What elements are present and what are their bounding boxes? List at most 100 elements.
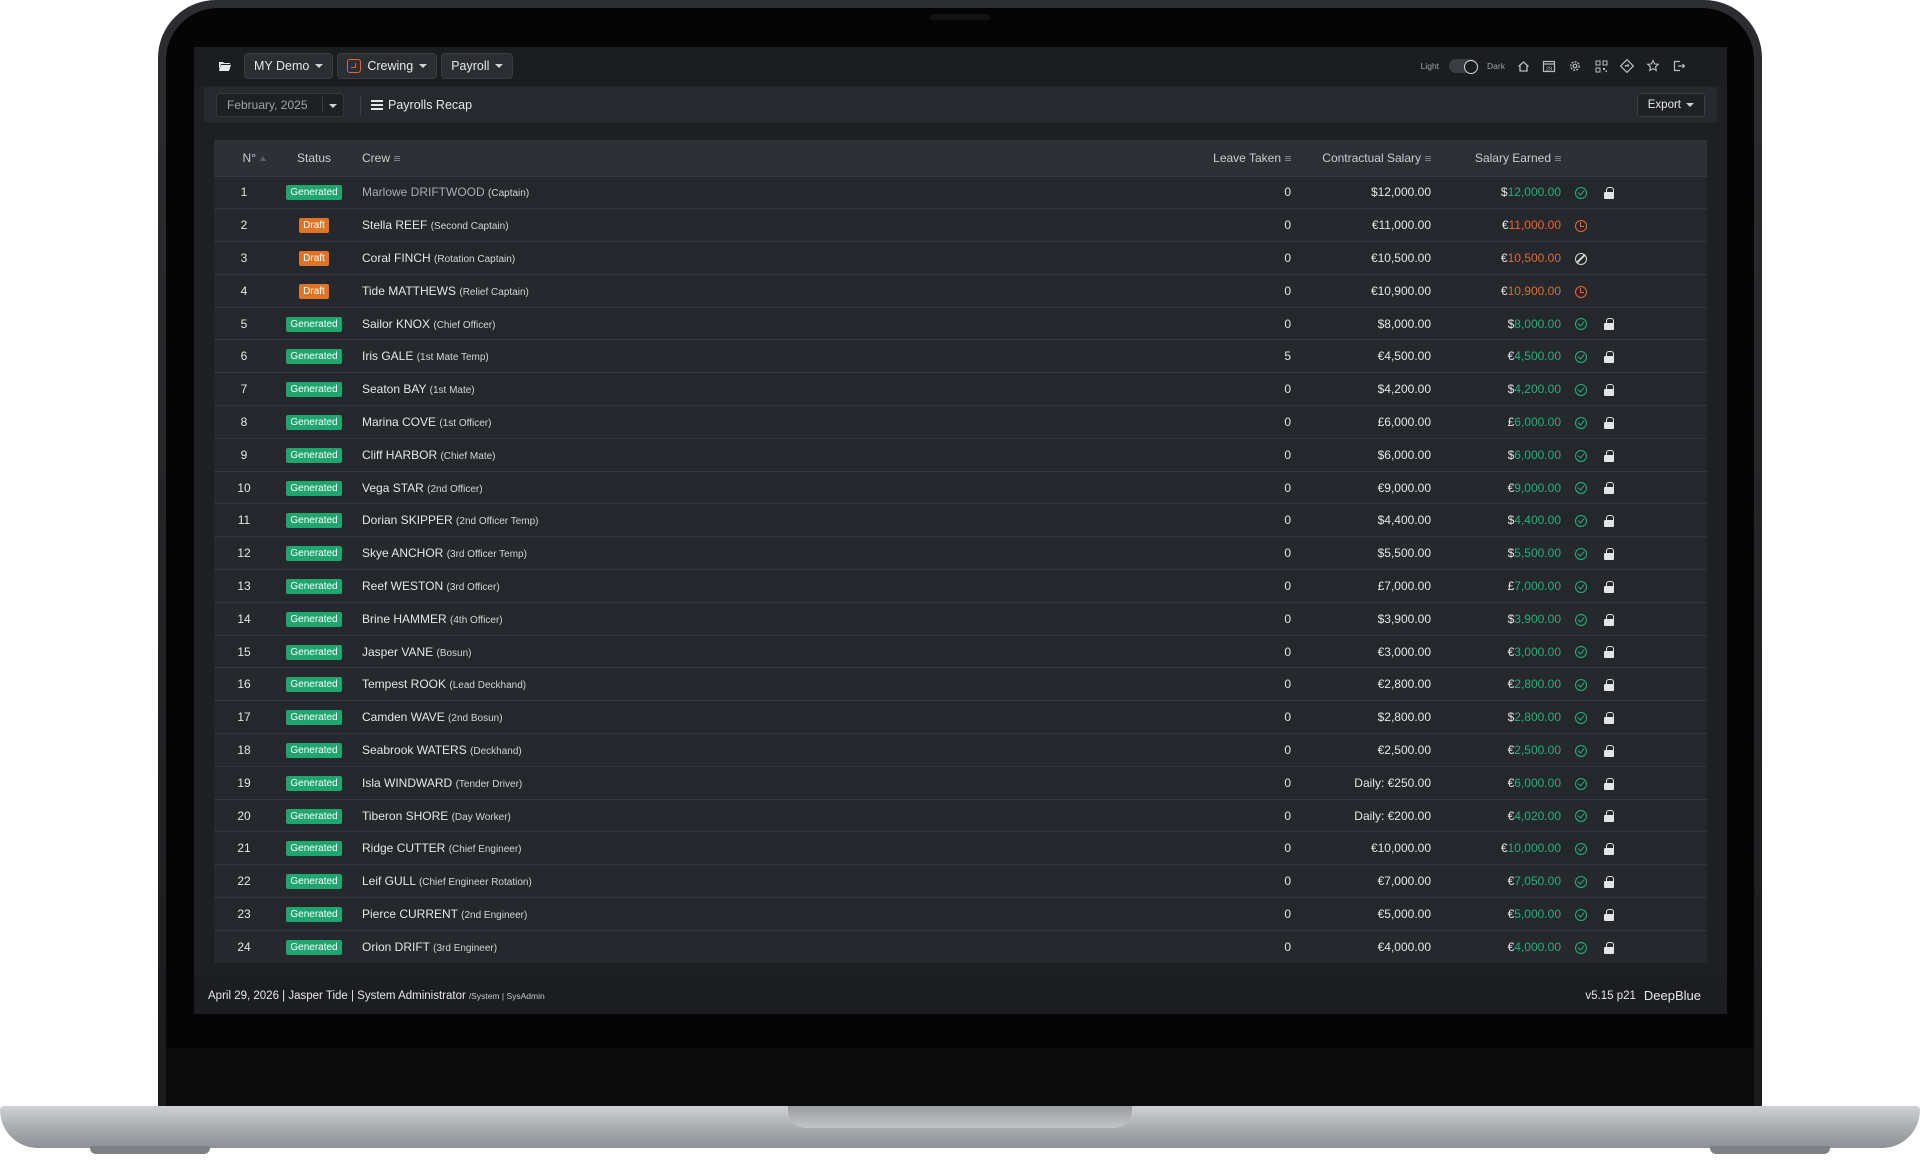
table-row[interactable]: 8 Generated Marina COVE (1st Officer) 0 £6,0…	[214, 405, 1707, 439]
export-button[interactable]: Export	[1636, 93, 1705, 117]
row-crew[interactable]: Isla WINDWARD (Tender Driver)	[354, 766, 1114, 799]
table-row[interactable]: 6 Generated Iris GALE (1st Mate Temp) 5 €4,5…	[214, 339, 1707, 373]
table-row[interactable]: 18 Generated Seabrook WATERS (Deckhand) 0 €2…	[214, 733, 1707, 767]
table-row[interactable]: 2 Draft Stella REEF (Second Captain) 0 €11,0…	[214, 208, 1707, 242]
lock-icon[interactable]	[1604, 941, 1614, 954]
row-crew[interactable]: Seaton BAY (1st Mate)	[354, 373, 1114, 406]
table-row[interactable]: 15 Generated Jasper VANE (Bosun) 0 €3,000.00…	[214, 635, 1707, 668]
month-select[interactable]: February, 2025	[216, 93, 344, 117]
row-crew[interactable]: Dorian SKIPPER (2nd Officer Temp)	[354, 504, 1114, 537]
lock-icon[interactable]	[1604, 875, 1614, 888]
sidebar-toggle-button[interactable]	[214, 55, 236, 77]
table-row[interactable]: 10 Generated Vega STAR (2nd Officer) 0 €9,00…	[214, 471, 1707, 504]
crew-name: Jasper VANE	[362, 644, 434, 659]
star-icon[interactable]	[1645, 58, 1661, 74]
row-crew[interactable]: Stella REEF (Second Captain)	[354, 209, 1114, 242]
lock-icon[interactable]	[1604, 843, 1614, 856]
logout-icon[interactable]	[1671, 58, 1687, 74]
row-salary-earned: €11,000.00	[1439, 209, 1569, 242]
check-circle-icon	[1575, 547, 1587, 560]
column-header-leave[interactable]: Leave Taken	[1114, 140, 1299, 176]
table-row[interactable]: 17 Generated Camden WAVE (2nd Bosun) 0 $2,80…	[214, 700, 1707, 734]
lock-icon[interactable]	[1604, 187, 1614, 200]
table-row[interactable]: 19 Generated Isla WINDWARD (Tender Driver)…	[214, 766, 1707, 800]
table-row[interactable]: 3 Draft Coral FINCH (Rotation Captain) 0 €10…	[214, 241, 1707, 275]
table-row[interactable]: 1 Generated Marlowe DRIFTWOOD (Captain) 0 $1…	[214, 176, 1707, 209]
row-crew[interactable]: Jasper VANE (Bosun)	[354, 635, 1114, 668]
status-badge: Draft	[299, 250, 329, 266]
table-row[interactable]: 21 Generated Ridge CUTTER (Chief Engineer)…	[214, 831, 1707, 865]
row-crew[interactable]: Tide MATTHEWS (Relief Captain)	[354, 274, 1114, 307]
table-row[interactable]: 14 Generated Brine HAMMER (4th Officer) 0 $3…	[214, 602, 1707, 636]
column-header-salary-earned[interactable]: Salary Earned	[1439, 140, 1569, 176]
lock-icon[interactable]	[1604, 416, 1614, 429]
lock-icon[interactable]	[1604, 580, 1614, 593]
lock-icon[interactable]	[1604, 777, 1614, 790]
table-row[interactable]: 5 Generated Sailor KNOX (Chief Officer) 0 $8…	[214, 307, 1707, 340]
row-crew[interactable]: Tempest ROOK (Lead Deckhand)	[354, 668, 1114, 701]
table-row[interactable]: 16 Generated Tempest ROOK (Lead Deckhand) 0…	[214, 667, 1707, 701]
status-badge: Generated	[286, 447, 342, 463]
lock-icon[interactable]	[1604, 646, 1614, 659]
lock-icon[interactable]	[1604, 449, 1614, 462]
status-badge: Generated	[286, 644, 342, 660]
lock-icon[interactable]	[1604, 908, 1614, 921]
table-row[interactable]: 20 Generated Tiberon SHORE (Day Worker) 0 Da…	[214, 799, 1707, 832]
table-row[interactable]: 13 Generated Reef WESTON (3rd Officer) 0 £7,…	[214, 569, 1707, 603]
lock-icon[interactable]	[1604, 482, 1614, 495]
row-number: 16	[237, 677, 251, 692]
row-crew[interactable]: Marlowe DRIFTWOOD (Captain)	[354, 176, 1114, 209]
check-circle-icon	[1575, 416, 1587, 429]
row-crew[interactable]: Iris GALE (1st Mate Temp)	[354, 340, 1114, 373]
row-crew[interactable]: Ridge CUTTER (Chief Engineer)	[354, 832, 1114, 865]
row-crew[interactable]: Leif GULL (Chief Engineer Rotation)	[354, 865, 1114, 898]
table-row[interactable]: 22 Generated Leif GULL (Chief Engineer Rot…	[214, 864, 1707, 898]
lock-icon[interactable]	[1604, 384, 1614, 396]
row-crew[interactable]: Coral FINCH (Rotation Captain)	[354, 242, 1114, 275]
table-row[interactable]: 9 Generated Cliff HARBOR (Chief Mate) 0 $6,0…	[214, 438, 1707, 472]
column-header-contractual-salary[interactable]: Contractual Salary	[1299, 140, 1439, 176]
row-crew[interactable]: Skye ANCHOR (3rd Officer Temp)	[354, 537, 1114, 570]
row-crew[interactable]: Orion DRIFT (3rd Engineer)	[354, 930, 1114, 963]
row-crew[interactable]: Vega STAR (2nd Officer)	[354, 471, 1114, 504]
row-crew[interactable]: Camden WAVE (2nd Bosun)	[354, 701, 1114, 734]
row-state	[1569, 602, 1592, 635]
lock-icon[interactable]	[1604, 351, 1614, 364]
table-row[interactable]: 12 Generated Skye ANCHOR (3rd Officer Temp…	[214, 536, 1707, 570]
row-crew[interactable]: Cliff HARBOR (Chief Mate)	[354, 438, 1114, 471]
gear-icon[interactable]	[1567, 58, 1583, 74]
row-crew[interactable]: Tiberon SHORE (Day Worker)	[354, 799, 1114, 832]
lock-icon[interactable]	[1604, 547, 1614, 560]
lock-icon[interactable]	[1604, 744, 1614, 757]
column-header-number[interactable]: N°	[214, 140, 274, 176]
table-row[interactable]: 11 Generated Dorian SKIPPER (2nd Officer T…	[214, 503, 1707, 537]
lock-icon[interactable]	[1604, 613, 1614, 626]
qr-code-icon[interactable]	[1593, 58, 1609, 74]
table-row[interactable]: 7 Generated Seaton BAY (1st Mate) 0 $4,200.0…	[214, 372, 1707, 406]
lock-icon[interactable]	[1604, 318, 1614, 331]
lock-icon[interactable]	[1604, 515, 1614, 528]
calendar-icon[interactable]: 29	[1541, 58, 1557, 74]
directions-icon[interactable]	[1619, 58, 1635, 74]
row-crew[interactable]: Reef WESTON (3rd Officer)	[354, 570, 1114, 603]
row-status: Generated	[274, 701, 354, 734]
check-circle-icon	[1575, 580, 1587, 593]
row-crew[interactable]: Sailor KNOX (Chief Officer)	[354, 307, 1114, 340]
column-header-crew[interactable]: Crew	[354, 140, 1114, 176]
row-crew[interactable]: Brine HAMMER (4th Officer)	[354, 602, 1114, 635]
row-crew[interactable]: Pierce CURRENT (2nd Engineer)	[354, 898, 1114, 931]
home-icon[interactable]	[1515, 58, 1531, 74]
crewing-dropdown[interactable]: Crewing	[337, 53, 438, 79]
lock-icon[interactable]	[1604, 810, 1614, 823]
table-row[interactable]: 4 Draft Tide MATTHEWS (Relief Captain) 0 €10…	[214, 274, 1707, 308]
lock-icon[interactable]	[1604, 679, 1614, 692]
payroll-dropdown[interactable]: Payroll	[441, 53, 514, 79]
vessel-dropdown[interactable]: MY Demo	[244, 53, 334, 79]
table-row[interactable]: 23 Generated Pierce CURRENT (2nd Engineer)…	[214, 897, 1707, 931]
row-crew[interactable]: Marina COVE (1st Officer)	[354, 406, 1114, 439]
theme-toggle[interactable]	[1449, 59, 1479, 74]
column-header-status[interactable]: Status	[274, 140, 354, 176]
lock-icon[interactable]	[1604, 711, 1614, 724]
table-row[interactable]: 24 Generated Orion DRIFT (3rd Engineer) 0 €4…	[214, 930, 1707, 964]
row-crew[interactable]: Seabrook WATERS (Deckhand)	[354, 734, 1114, 767]
